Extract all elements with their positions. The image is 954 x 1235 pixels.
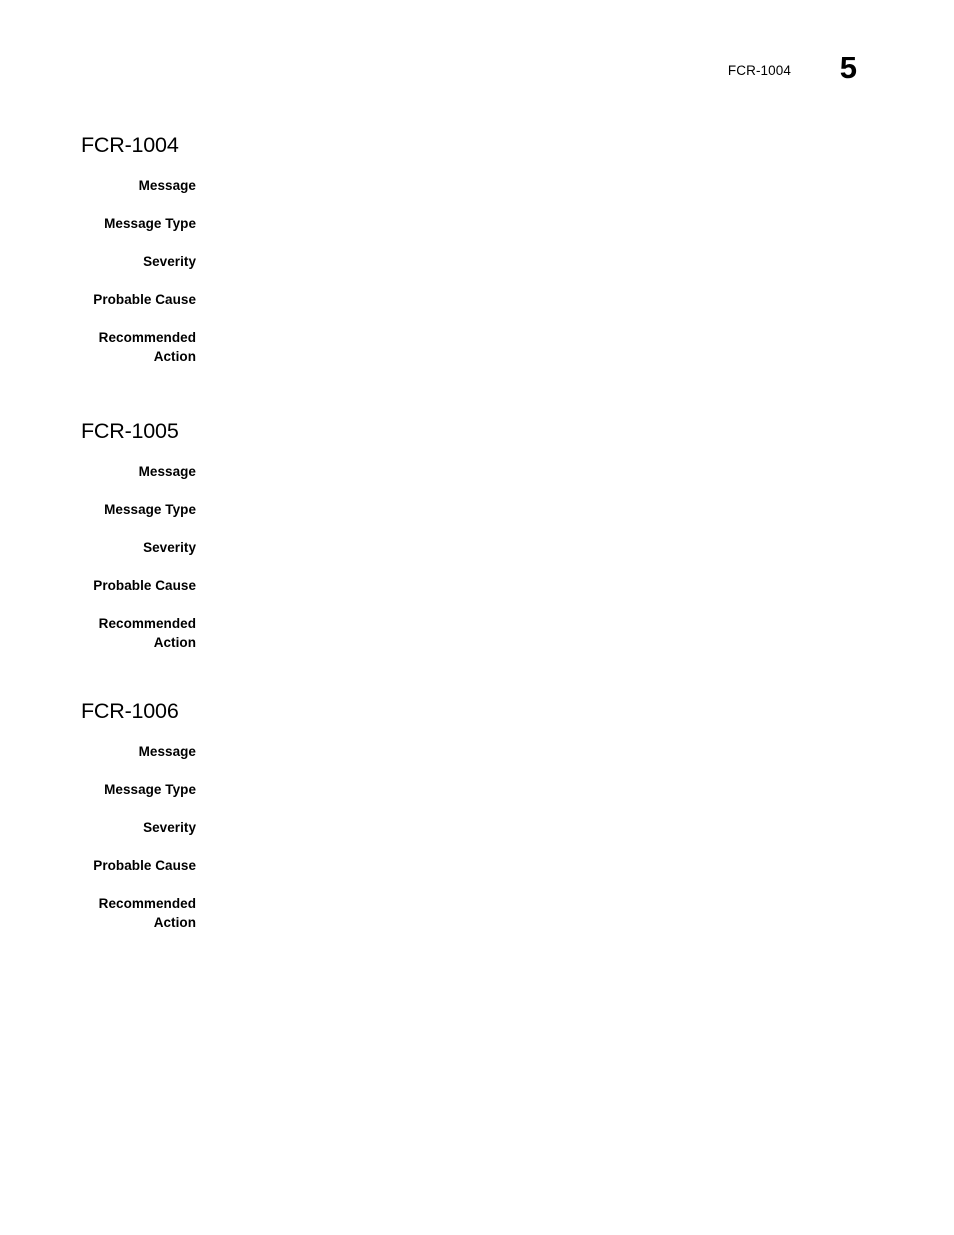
field-value-message bbox=[196, 176, 871, 195]
field-row: Message bbox=[81, 462, 871, 481]
field-value-severity bbox=[196, 818, 871, 837]
field-value-message bbox=[196, 462, 871, 481]
field-row: Message bbox=[81, 176, 871, 195]
header-page-number: 5 bbox=[839, 50, 857, 85]
field-label-recommended-action: Recommended Action bbox=[98, 330, 196, 364]
header-chapter-reference: FCR-1004 bbox=[727, 63, 791, 78]
field-row: Message Type bbox=[81, 780, 871, 799]
section-heading: FCR-1005 bbox=[81, 419, 179, 443]
field-row: Probable Cause bbox=[81, 856, 871, 875]
field-row: Probable Cause bbox=[81, 290, 871, 309]
page-content: FCR-1004 Message Message Type Severity P… bbox=[81, 132, 871, 932]
field-row: Severity bbox=[81, 818, 871, 837]
field-value-recommended-action bbox=[196, 614, 871, 633]
field-row: Recommended Action bbox=[81, 614, 871, 652]
field-list: Message Message Type Severity Probable C… bbox=[81, 462, 871, 652]
field-label-severity: Severity bbox=[143, 820, 196, 835]
section-heading: FCR-1004 bbox=[81, 133, 179, 157]
field-value-severity bbox=[196, 538, 871, 557]
field-list: Message Message Type Severity Probable C… bbox=[81, 742, 871, 932]
field-label-message-type: Message Type bbox=[104, 782, 196, 797]
field-row: Message Type bbox=[81, 214, 871, 233]
field-list: Message Message Type Severity Probable C… bbox=[81, 176, 871, 366]
message-section: FCR-1006 Message Message Type Severity P… bbox=[81, 698, 871, 932]
field-label-message: Message bbox=[138, 464, 196, 479]
field-value-message-type bbox=[196, 500, 871, 519]
field-row: Severity bbox=[81, 538, 871, 557]
field-row: Recommended Action bbox=[81, 894, 871, 932]
message-section: FCR-1005 Message Message Type Severity P… bbox=[81, 418, 871, 652]
field-label-probable-cause: Probable Cause bbox=[93, 578, 196, 593]
message-section: FCR-1004 Message Message Type Severity P… bbox=[81, 132, 871, 366]
field-row: Message Type bbox=[81, 500, 871, 519]
field-value-message-type bbox=[196, 214, 871, 233]
field-value-probable-cause bbox=[196, 576, 871, 595]
field-label-message: Message bbox=[138, 744, 196, 759]
field-row: Recommended Action bbox=[81, 328, 871, 366]
field-value-recommended-action bbox=[196, 328, 871, 347]
field-label-probable-cause: Probable Cause bbox=[93, 858, 196, 873]
document-page: FCR-1004 5 FCR-1004 Message Message Type… bbox=[0, 0, 954, 1235]
field-value-severity bbox=[196, 252, 871, 271]
field-label-probable-cause: Probable Cause bbox=[93, 292, 196, 307]
field-label-message-type: Message Type bbox=[104, 502, 196, 517]
field-label-severity: Severity bbox=[143, 254, 196, 269]
field-label-recommended-action: Recommended Action bbox=[98, 616, 196, 650]
field-value-recommended-action bbox=[196, 894, 871, 913]
field-label-severity: Severity bbox=[143, 540, 196, 555]
section-heading: FCR-1006 bbox=[81, 699, 179, 723]
field-row: Severity bbox=[81, 252, 871, 271]
field-value-probable-cause bbox=[196, 856, 871, 875]
field-label-message-type: Message Type bbox=[104, 216, 196, 231]
field-value-probable-cause bbox=[196, 290, 871, 309]
field-value-message-type bbox=[196, 780, 871, 799]
field-value-message bbox=[196, 742, 871, 761]
field-row: Probable Cause bbox=[81, 576, 871, 595]
field-label-recommended-action: Recommended Action bbox=[98, 896, 196, 930]
field-row: Message bbox=[81, 742, 871, 761]
running-header: FCR-1004 5 bbox=[0, 50, 954, 102]
field-label-message: Message bbox=[138, 178, 196, 193]
